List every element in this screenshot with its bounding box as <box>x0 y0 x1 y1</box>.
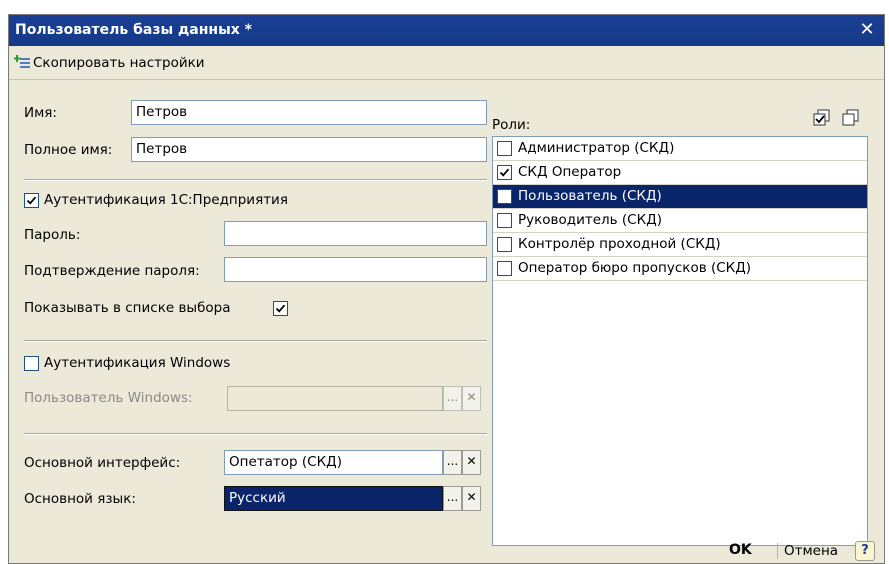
fullname-label: Полное имя: <box>24 142 113 158</box>
auth-1c-label: Аутентификация 1С:Предприятия <box>44 192 288 208</box>
auth-windows-label: Аутентификация Windows <box>44 355 231 371</box>
copy-settings-button[interactable]: Скопировать настройки <box>33 55 205 71</box>
role-item-selected[interactable]: Пользователь (СКД) <box>493 185 867 209</box>
role-item[interactable]: Контролёр проходной (СКД) <box>493 233 867 257</box>
password-input[interactable] <box>224 221 487 246</box>
role-item[interactable]: Администратор (СКД) <box>493 137 867 161</box>
auth-1c-checkbox[interactable] <box>24 193 39 208</box>
roles-list[interactable]: Администратор (СКД) СКД Оператор Пользов… <box>492 136 868 546</box>
name-input[interactable]: Петров <box>131 100 487 125</box>
auth-windows-checkbox[interactable] <box>24 356 39 371</box>
role-item[interactable]: Руководитель (СКД) <box>493 209 867 233</box>
password-label: Пароль: <box>24 227 81 243</box>
language-input[interactable]: Русский <box>224 486 443 511</box>
dialog-window: Пользователь базы данных * ✕ Скопировать… <box>8 14 885 564</box>
confirm-password-input[interactable] <box>224 257 487 282</box>
role-checkbox[interactable] <box>497 189 512 204</box>
role-label: СКД Оператор <box>518 164 622 180</box>
copy-settings-icon[interactable] <box>14 54 32 72</box>
interface-clear-button[interactable]: ✕ <box>462 450 481 475</box>
role-label: Администратор (СКД) <box>518 140 675 156</box>
role-checkbox[interactable] <box>497 261 512 276</box>
uncheck-all-icon[interactable] <box>841 108 861 128</box>
separator <box>24 340 487 342</box>
role-label: Оператор бюро пропусков (СКД) <box>518 260 752 276</box>
window-title: Пользователь базы данных * <box>15 22 252 38</box>
show-in-list-checkbox[interactable] <box>273 301 288 316</box>
role-checkbox[interactable] <box>497 213 512 228</box>
cancel-button[interactable]: Отмена <box>777 543 838 559</box>
title-bar: Пользователь базы данных * ✕ <box>9 15 884 46</box>
role-checkbox[interactable] <box>497 237 512 252</box>
role-item[interactable]: Оператор бюро пропусков (СКД) <box>493 257 867 281</box>
windows-user-input[interactable] <box>227 386 443 411</box>
ok-button[interactable]: OK <box>729 542 752 558</box>
role-label: Руководитель (СКД) <box>518 212 663 228</box>
role-checkbox[interactable] <box>497 141 512 156</box>
interface-label: Основной интерфейс: <box>24 455 181 471</box>
language-select-button[interactable]: ... <box>443 486 462 511</box>
show-in-list-label: Показывать в списке выбора <box>24 300 231 316</box>
fullname-input[interactable]: Петров <box>131 137 487 162</box>
interface-select-button[interactable]: ... <box>443 450 462 475</box>
role-item[interactable]: СКД Оператор <box>493 161 867 185</box>
toolbar: Скопировать настройки <box>9 46 884 80</box>
help-button[interactable]: ? <box>855 541 875 561</box>
name-label: Имя: <box>24 105 57 121</box>
role-label: Пользователь (СКД) <box>518 188 662 204</box>
language-label: Основной язык: <box>24 491 136 507</box>
separator <box>24 433 487 435</box>
language-clear-button[interactable]: ✕ <box>462 486 481 511</box>
windows-user-select-button[interactable]: ... <box>443 386 462 411</box>
close-button[interactable]: ✕ <box>856 19 878 41</box>
role-checkbox[interactable] <box>497 165 512 180</box>
windows-user-clear-button[interactable]: ✕ <box>462 386 481 411</box>
check-all-icon[interactable] <box>812 108 832 128</box>
roles-label: Роли: <box>492 117 531 133</box>
separator <box>24 179 487 181</box>
interface-input[interactable]: Опетатор (СКД) <box>224 450 443 475</box>
role-label: Контролёр проходной (СКД) <box>518 236 721 252</box>
windows-user-label: Пользователь Windows: <box>24 390 193 406</box>
confirm-password-label: Подтверждение пароля: <box>24 263 200 279</box>
